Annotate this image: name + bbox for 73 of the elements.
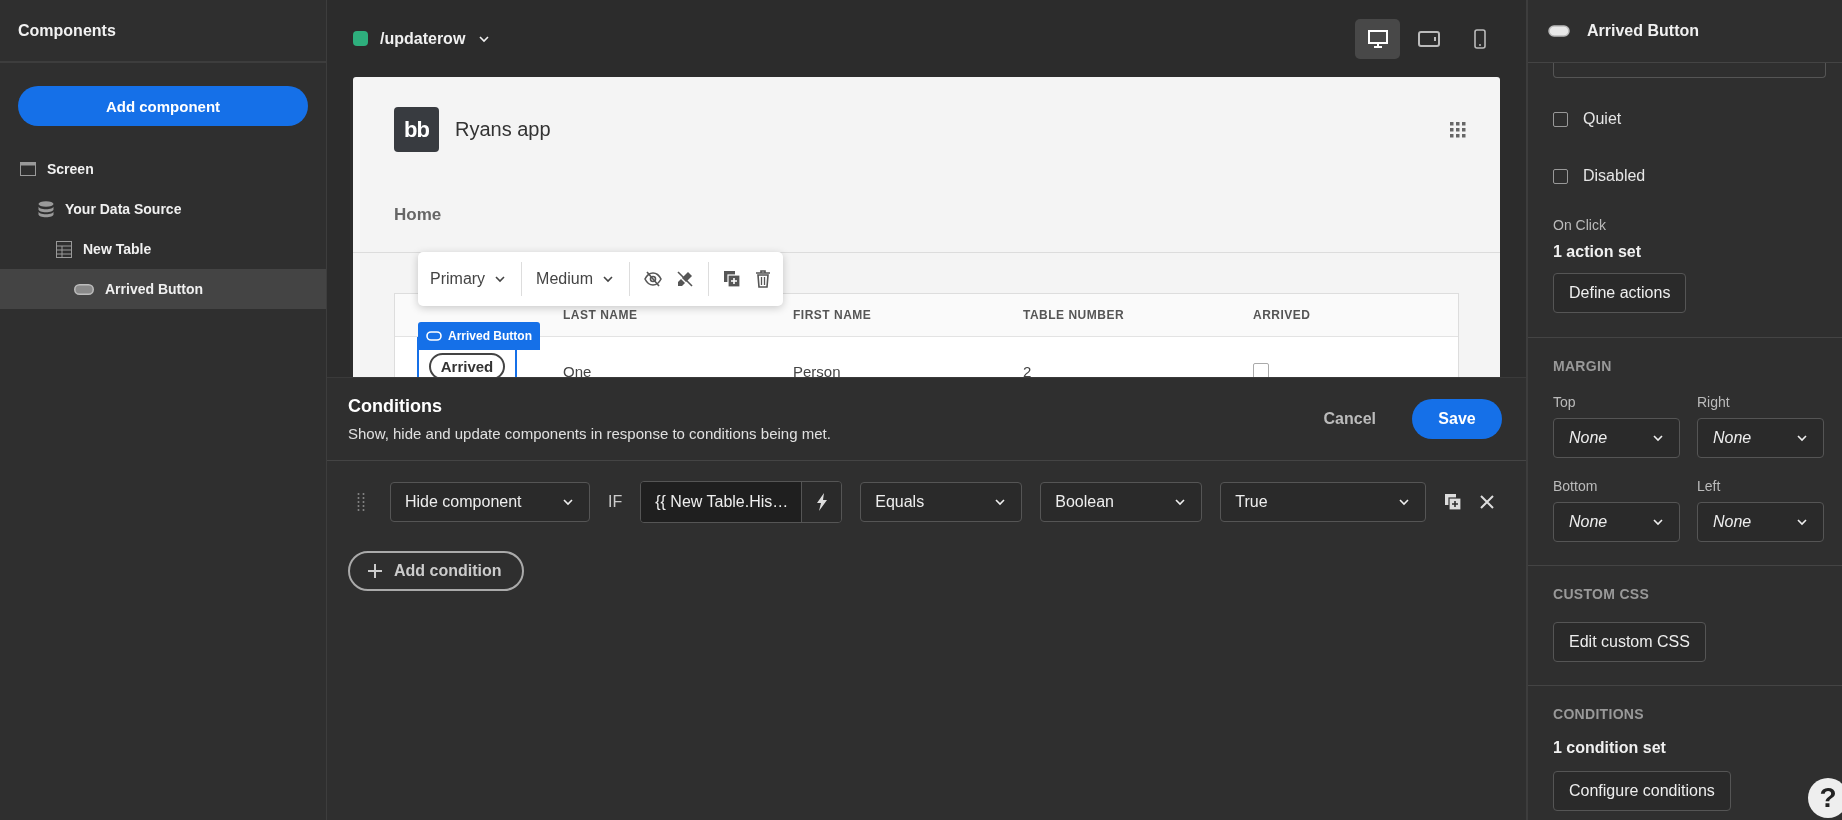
configure-conditions-button[interactable]: Configure conditions <box>1553 771 1731 811</box>
column-header: ARRIVED <box>1252 307 1312 324</box>
condition-summary: 1 condition set <box>1553 739 1666 757</box>
panel-title: Components <box>18 21 116 40</box>
table-cell-text: Person <box>792 361 842 377</box>
nav-link[interactable]: Home <box>394 204 442 225</box>
window-icon <box>20 162 36 176</box>
define-actions-button[interactable]: Define actions <box>1553 273 1687 313</box>
margin-select[interactable]: None <box>1553 502 1680 542</box>
action-select[interactable]: Hide component <box>390 482 590 522</box>
grid-menu-icon[interactable] <box>1450 121 1466 138</box>
checkbox[interactable] <box>1553 111 1568 127</box>
phone-icon <box>1473 28 1486 49</box>
table-cell-text: One <box>562 361 593 377</box>
checkbox[interactable] <box>1553 168 1568 184</box>
field-label: Bottom <box>1553 478 1599 494</box>
checkbox-label: Disabled <box>1583 167 1646 185</box>
pill-icon <box>1548 25 1570 37</box>
duplicate-icon[interactable] <box>1444 493 1463 511</box>
text-field[interactable] <box>1553 63 1826 78</box>
style-select[interactable]: Primary <box>430 270 508 288</box>
drag-handle-icon[interactable] <box>357 492 365 512</box>
margin-select[interactable]: None <box>1697 502 1824 542</box>
route-selector[interactable]: /updaterow <box>380 29 492 48</box>
style-select[interactable]: Medium <box>536 270 615 288</box>
field-label: Top <box>1553 394 1577 410</box>
type-select[interactable]: Boolean <box>1040 482 1203 522</box>
device-button[interactable] <box>1355 18 1400 59</box>
panel-title: Conditions <box>348 396 443 417</box>
database-icon <box>38 200 54 218</box>
eye-slash-icon[interactable] <box>644 271 662 287</box>
column-header: LAST NAME <box>562 307 639 324</box>
edit-css-button[interactable]: Edit custom CSS <box>1553 622 1706 662</box>
field-label: Left <box>1697 478 1722 494</box>
margin-select[interactable]: None <box>1697 418 1824 458</box>
save-button[interactable]: Save <box>1412 399 1502 439</box>
help-button[interactable]: ? <box>1808 778 1842 818</box>
brush-slash-icon[interactable] <box>676 270 694 288</box>
field-label: Right <box>1697 394 1731 410</box>
section-heading: MARGIN <box>1553 358 1612 374</box>
tree-item[interactable]: Arrived Button <box>0 269 326 309</box>
field-label: On Click <box>1553 217 1606 233</box>
app-logo: bb <box>394 107 439 152</box>
add-component-button[interactable]: Add component <box>18 86 308 126</box>
action-summary: 1 action set <box>1553 243 1642 261</box>
monitor-icon <box>1367 29 1388 48</box>
close-icon[interactable] <box>1480 495 1495 509</box>
cancel-button[interactable]: Cancel <box>1317 409 1382 429</box>
panel-description: Show, hide and update components in response to conditions being met. <box>348 425 831 442</box>
tree-item[interactable]: New Table <box>0 229 326 269</box>
table-icon <box>56 240 72 258</box>
plus-icon <box>368 564 382 578</box>
table-cell-text: 2 <box>1022 361 1033 377</box>
pill-icon <box>426 331 442 341</box>
operator-select[interactable]: Equals <box>860 482 1023 522</box>
column-header: TABLE NUMBER <box>1022 307 1126 324</box>
tree-item[interactable]: Your Data Source <box>0 189 326 229</box>
trash-icon[interactable] <box>755 270 771 288</box>
checkbox-label: Quiet <box>1583 110 1622 128</box>
tree-item[interactable]: Screen <box>0 149 326 189</box>
add-condition-button[interactable]: Add condition <box>348 551 524 591</box>
margin-select[interactable]: None <box>1553 418 1680 458</box>
panel-title: Arrived Button <box>1587 22 1699 40</box>
section-heading: CONDITIONS <box>1553 706 1644 722</box>
value-select[interactable]: True <box>1220 482 1427 522</box>
pill-icon <box>74 283 94 295</box>
section-heading: CUSTOM CSS <box>1553 586 1650 602</box>
tablet-icon <box>1417 30 1440 47</box>
condition-keyword: IF <box>608 493 623 511</box>
app-name: Ryans app <box>455 118 551 141</box>
column-header: FIRST NAME <box>792 307 873 324</box>
component-tag: Arrived Button <box>418 322 540 350</box>
duplicate-icon[interactable] <box>723 270 741 288</box>
